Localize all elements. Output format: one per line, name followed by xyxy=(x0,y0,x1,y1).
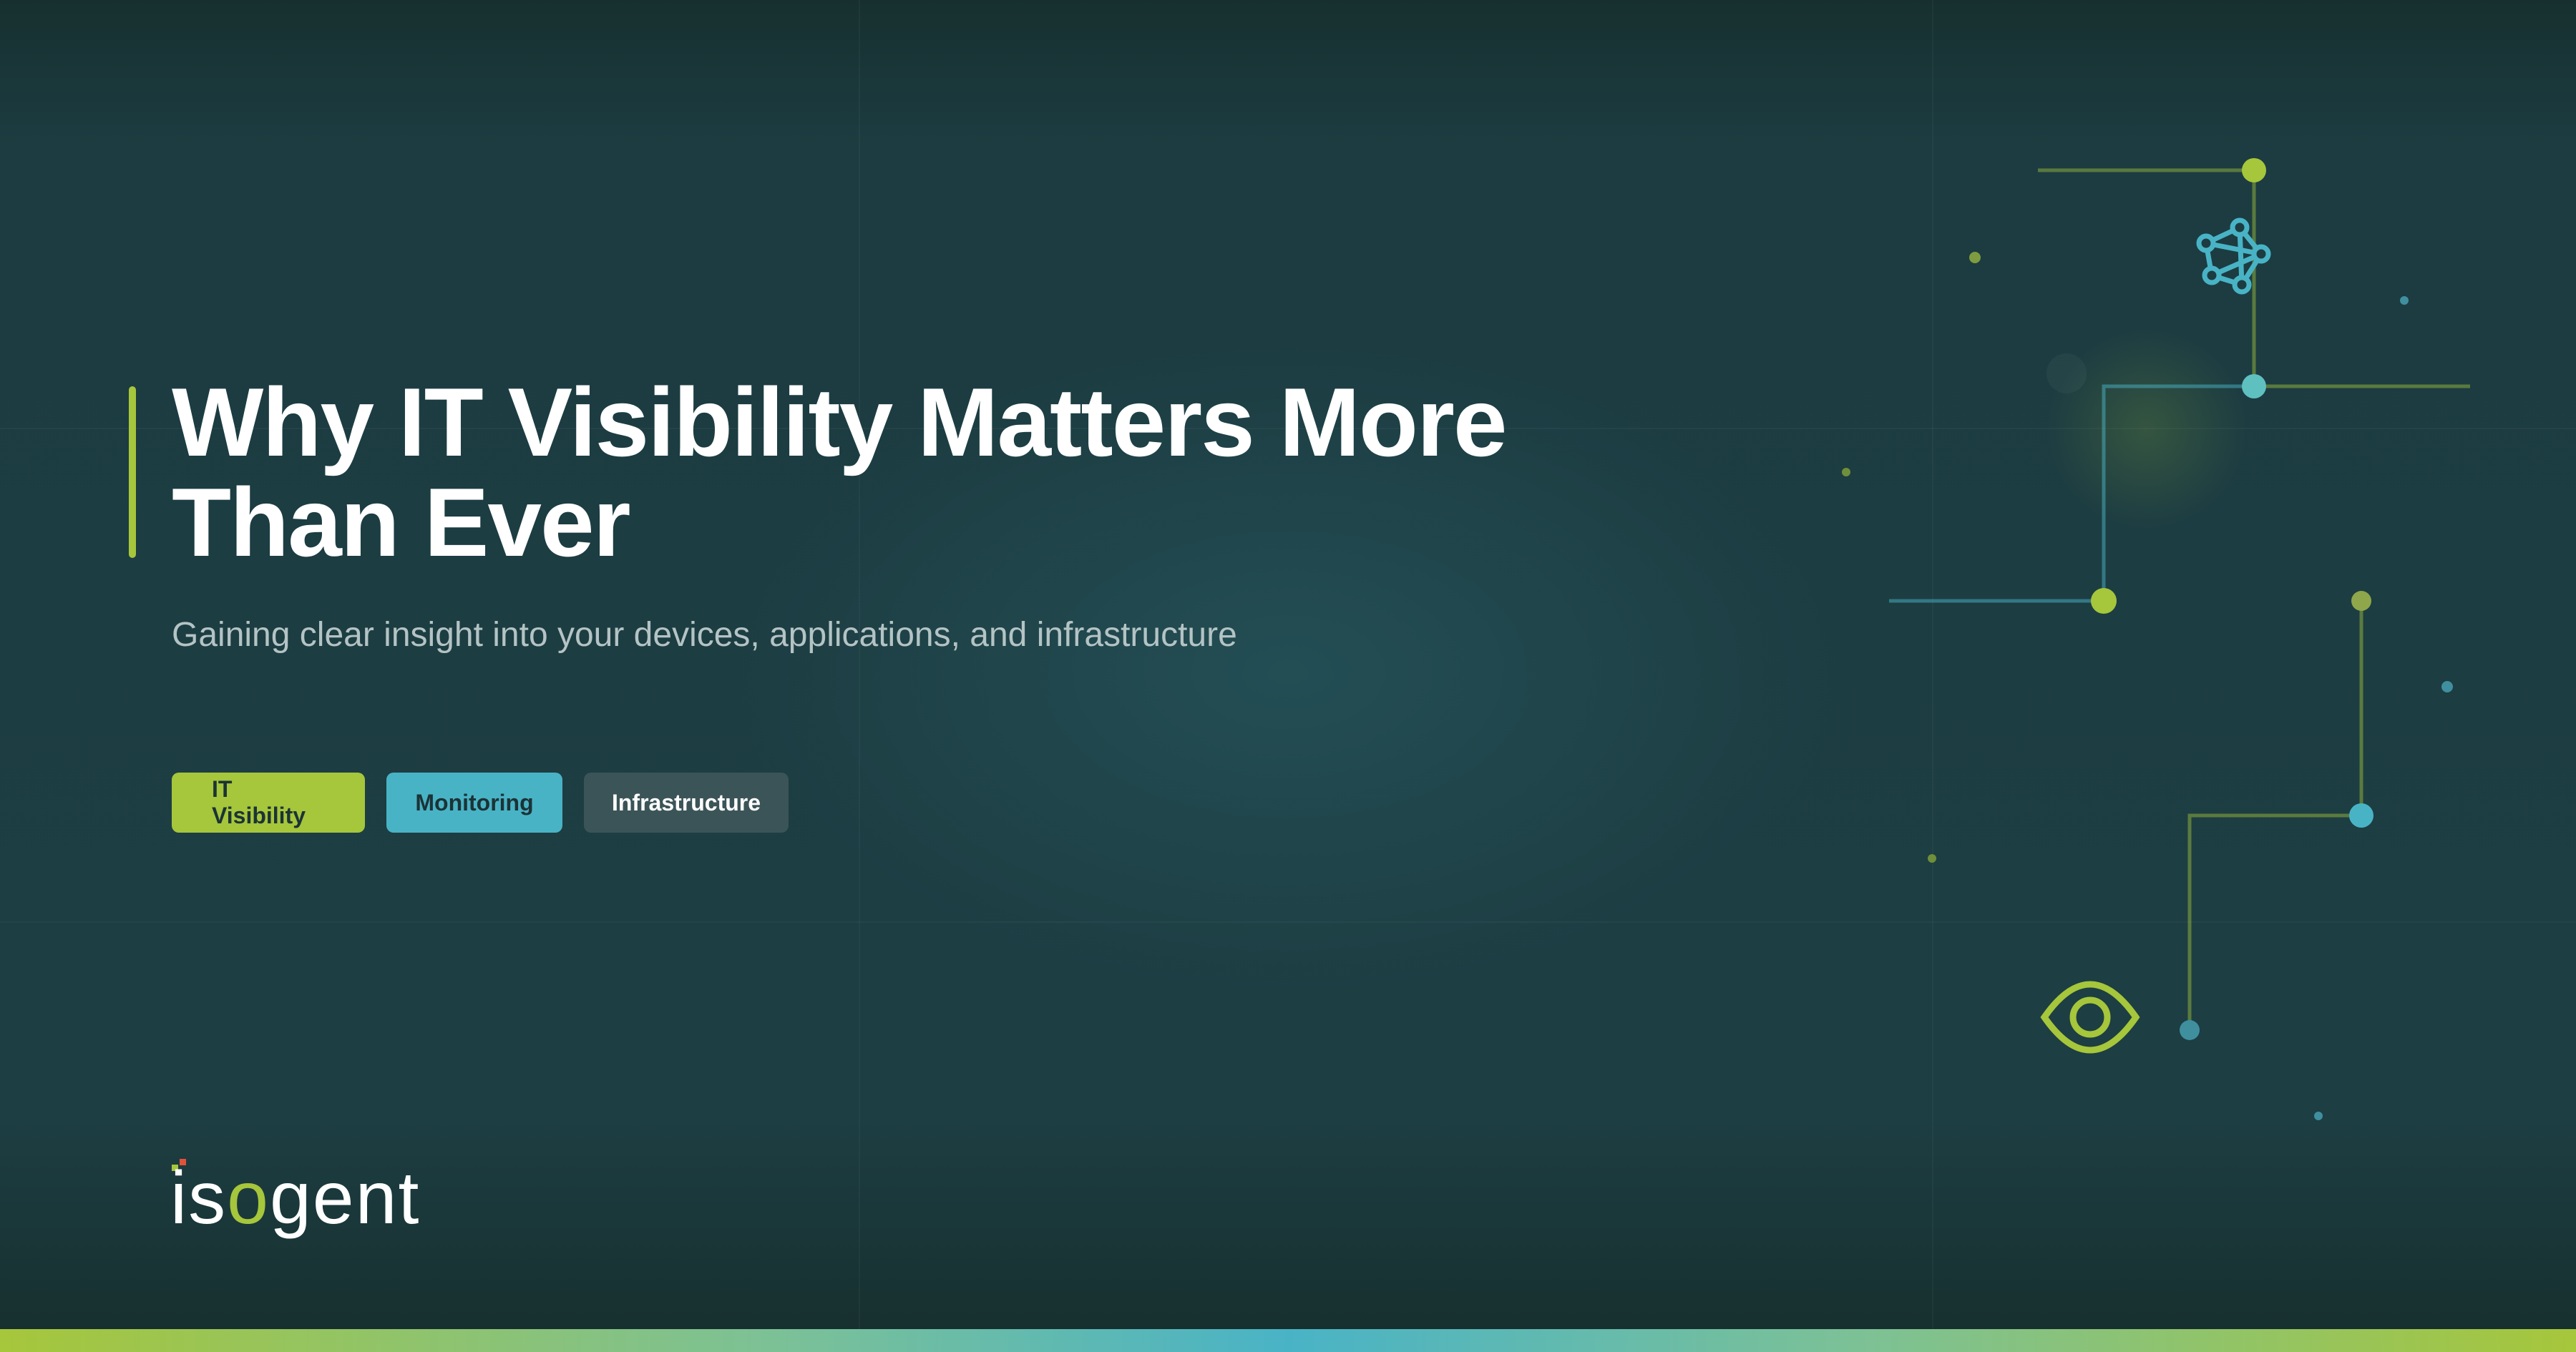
tag-infrastructure[interactable]: Infrastructure xyxy=(584,773,789,833)
gradient-footer-bar xyxy=(0,1329,2576,1352)
tag-monitoring[interactable]: Monitoring xyxy=(386,773,562,833)
hero-banner: Why IT Visibility Matters More Than Ever… xyxy=(0,0,2576,1352)
circuit-node xyxy=(2242,374,2266,398)
isogent-logo[interactable]: isogent xyxy=(170,1145,457,1252)
tag-list: IT Visibility Monitoring Infrastructure xyxy=(172,773,789,833)
title-accent-bar xyxy=(129,386,136,558)
eye-icon xyxy=(2040,981,2140,1054)
logo-wordmark: isogent xyxy=(170,1157,421,1240)
circuit-node xyxy=(2349,803,2373,828)
tag-it-visibility[interactable]: IT Visibility xyxy=(172,773,365,833)
circuit-node xyxy=(2351,591,2371,611)
network-icon xyxy=(2196,217,2271,295)
circuit-node xyxy=(2242,158,2266,182)
circuit-node xyxy=(2091,588,2117,614)
page-title: Why IT Visibility Matters More Than Ever xyxy=(172,368,1508,577)
page-subtitle: Gaining clear insight into your devices,… xyxy=(172,616,1237,654)
circuit-node xyxy=(2180,1020,2200,1040)
